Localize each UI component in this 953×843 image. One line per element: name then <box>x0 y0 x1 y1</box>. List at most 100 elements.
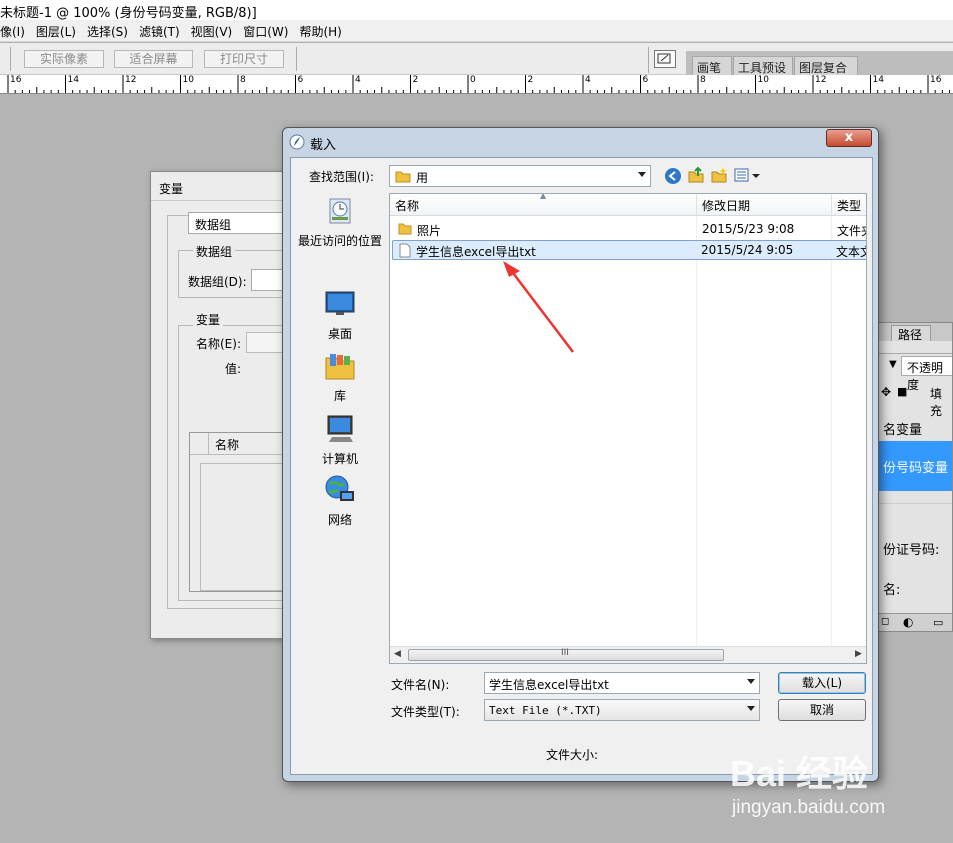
layer-id-number-text[interactable]: 份证号码: <box>883 539 939 558</box>
place-network-label: 网络 <box>327 513 352 527</box>
filename-input[interactable]: 学生信息excel导出txt <box>484 672 760 694</box>
palette-well-icon[interactable] <box>654 50 676 68</box>
file-row-selected[interactable]: 学生信息excel导出txt 2015/5/24 9:05 文本文 <box>392 240 866 260</box>
libraries-icon <box>325 354 355 380</box>
menu-layer[interactable]: 图层(L) <box>31 20 82 40</box>
text-file-icon <box>399 243 411 258</box>
file-name: 学生信息excel导出txt <box>416 245 536 259</box>
place-desktop[interactable]: 桌面 <box>294 288 386 342</box>
separator <box>10 47 11 71</box>
place-libraries-label: 库 <box>333 389 346 403</box>
place-network[interactable]: 网络 <box>294 474 386 528</box>
horizontal-scrollbar[interactable]: ◀ III ▶ <box>390 646 866 663</box>
network-icon <box>325 475 354 501</box>
name-label: 名称(E): <box>196 337 241 351</box>
ruler-label: 10 <box>182 75 194 85</box>
file-date: 2015/5/23 9:08 <box>702 222 795 236</box>
file-list[interactable]: 名称 ▲ 修改日期 类型 照片 2015/5/23 9:08 文件夹 学生信息e… <box>389 193 867 664</box>
ruler-ticks <box>7 75 951 93</box>
up-folder-icon[interactable] <box>687 166 705 184</box>
close-button[interactable]: x <box>826 129 872 147</box>
app-title: 未标题-1 @ 100% (身份号码变量, RGB/8)] <box>0 6 257 20</box>
view-menu-icon[interactable] <box>734 168 762 183</box>
scrollbar-thumb[interactable]: III <box>408 648 724 661</box>
look-in-combo[interactable]: 用 <box>389 165 651 187</box>
menu-window[interactable]: 窗口(W) <box>238 20 294 40</box>
chevron-down-icon[interactable] <box>747 706 755 711</box>
divider <box>208 433 209 455</box>
tab-brushes[interactable]: 画笔 <box>692 56 732 75</box>
ruler-label: 12 <box>815 75 827 85</box>
divider <box>696 216 697 646</box>
file-type: 文件夹 <box>837 224 866 238</box>
ruler-label: 8 <box>240 75 246 85</box>
back-icon[interactable] <box>664 167 682 185</box>
ruler-label: 14 <box>872 75 884 85</box>
move-icon[interactable]: ✥ <box>881 385 891 399</box>
tab-layer-comps[interactable]: 图层复合 <box>794 56 858 75</box>
watermark-url: jingyan.baidu.com <box>732 797 886 818</box>
opacity-box[interactable]: 不透明度 <box>901 356 952 392</box>
filetype-select[interactable]: Text File (*.TXT) <box>484 699 760 721</box>
fill-label: 填充 <box>930 387 943 418</box>
ruler-label: 4 <box>355 75 361 85</box>
place-computer[interactable]: 计算机 <box>294 413 386 467</box>
feather-icon <box>289 134 305 150</box>
place-libraries[interactable]: 库 <box>294 350 386 404</box>
variables-list[interactable]: 名称 <box>189 432 297 592</box>
scroll-right-icon[interactable]: ▶ <box>855 649 862 659</box>
dataset-combo-value: 数据组 <box>195 218 232 232</box>
load-dialog: 载入 x 查找范围(I): 用 最近访问的位置 桌面 库 计算机 网络 名称 ▲… <box>282 127 879 782</box>
blend-mode-arrow-icon[interactable]: ▼ <box>889 359 897 370</box>
filesize-label: 文件大小: <box>546 748 599 762</box>
list-header-row: 名称 <box>190 433 297 455</box>
column-date[interactable]: 修改日期 <box>697 194 832 216</box>
layer-id-variable-label: 份号码变量 <box>883 461 949 476</box>
tab-paths[interactable]: 路径 <box>891 325 931 342</box>
print-size-button[interactable]: 打印尺寸 <box>204 50 284 68</box>
sort-up-icon: ▲ <box>540 193 547 200</box>
file-type: 文本文 <box>836 245 866 259</box>
actual-pixels-button[interactable]: 实际像素 <box>24 50 104 68</box>
load-button[interactable]: 载入(L) <box>778 672 866 694</box>
filename-label: 文件名(N): <box>391 678 450 692</box>
grip-icon: III <box>561 648 569 658</box>
separator <box>648 47 649 73</box>
computer-icon <box>327 415 353 442</box>
layer-name-variable[interactable]: 名变量 <box>883 419 922 438</box>
divider <box>877 503 952 504</box>
lock-icon[interactable]: ■ <box>897 385 907 398</box>
fit-screen-button[interactable]: 适合屏幕 <box>114 50 193 68</box>
file-row[interactable]: 照片 2015/5/23 9:08 文件夹 <box>392 219 866 239</box>
layer-id-variable-selected[interactable]: 份号码变量 <box>877 441 952 491</box>
menu-bar: 像(I) 图层(L) 选择(S) 滤镜(T) 视图(V) 窗口(W) 帮助(H) <box>0 20 953 42</box>
column-type[interactable]: 类型 <box>832 194 866 216</box>
menu-select[interactable]: 选择(S) <box>82 20 134 40</box>
new-adjustment-icon[interactable]: ◻ <box>881 616 889 627</box>
dataset-combo[interactable]: 数据组 <box>188 212 296 234</box>
folder-icon[interactable]: ▭ <box>933 616 943 629</box>
ruler-label: 16 <box>10 75 22 85</box>
menu-help[interactable]: 帮助(H) <box>294 20 347 40</box>
chevron-down-icon[interactable] <box>747 679 755 684</box>
ruler-label: 2 <box>412 75 419 85</box>
fx-icon[interactable]: ◐ <box>903 615 913 629</box>
column-name[interactable]: 名称 ▲ <box>390 194 697 216</box>
value-label: 值: <box>225 362 242 376</box>
layers-panel: 路径 ▼ 不透明度 ✥ ■ 填充 名变量 份号码变量 份证号码: 名: ◻ ◐ … <box>876 322 953 632</box>
column-type-label: 类型 <box>837 199 862 213</box>
chevron-down-icon[interactable] <box>638 172 646 177</box>
ruler-label: 6 <box>642 75 649 85</box>
tab-tool-presets[interactable]: 工具预设 <box>733 56 793 75</box>
cancel-button[interactable]: 取消 <box>778 699 866 721</box>
menu-view[interactable]: 视图(V) <box>186 20 239 40</box>
menu-filter[interactable]: 滤镜(T) <box>134 20 186 40</box>
ruler-label: 0 <box>470 75 476 85</box>
new-folder-icon[interactable] <box>710 166 728 184</box>
scroll-left-icon[interactable]: ◀ <box>394 649 401 659</box>
place-recent[interactable]: 最近访问的位置 <box>294 195 386 249</box>
look-in-value: 用 <box>416 171 429 185</box>
layer-name-text[interactable]: 名: <box>883 579 900 598</box>
menu-image[interactable]: 像(I) <box>0 20 31 40</box>
desktop-icon <box>325 291 355 315</box>
